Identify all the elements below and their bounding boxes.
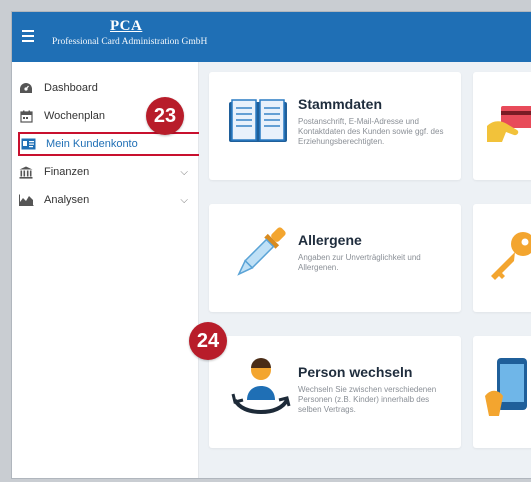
- card-stammdaten[interactable]: Stammdaten Postanschrift, E-Mail-Adresse…: [209, 72, 461, 180]
- chevron-down-icon[interactable]: ⌵: [180, 195, 188, 206]
- logo-mark: PCA: [110, 18, 143, 34]
- sidebar-item-label: Wochenplan: [44, 110, 105, 122]
- dashboard-icon: [18, 81, 34, 95]
- card-description: Angaben zur Unverträglichkeit und Allerg…: [298, 253, 421, 272]
- area-chart-icon: [18, 193, 34, 207]
- top-bar: PCA Professional Card Administration Gmb…: [12, 12, 531, 62]
- sidebar-item-finanzen[interactable]: Finanzen ⌵: [18, 160, 188, 184]
- logo-subtitle: Professional Card Administration GmbH: [52, 37, 208, 47]
- book-icon: [227, 96, 289, 151]
- logo[interactable]: PCA Professional Card Administration Gmb…: [52, 18, 208, 47]
- bank-icon: [18, 165, 34, 179]
- card-title: Allergene: [298, 232, 362, 248]
- card-allergene[interactable]: Allergene Angaben zur Unverträglichkeit …: [209, 204, 461, 312]
- card-description: Wechseln Sie zwischen verschiedenen Pers…: [298, 385, 437, 414]
- key-icon: [483, 228, 531, 289]
- dropper-icon: [229, 222, 291, 289]
- card-partial-right-3[interactable]: [473, 336, 531, 448]
- sidebar-item-analysen[interactable]: Analysen ⌵: [18, 188, 188, 212]
- sidebar-item-label: Mein Kundenkonto: [46, 138, 138, 150]
- card-title: Person wechseln: [298, 364, 413, 380]
- card-description: Postanschrift, E-Mail-Adresse und Kontak…: [298, 117, 444, 146]
- switch-person-icon: [229, 358, 293, 423]
- card-partial-right-1[interactable]: [473, 72, 531, 180]
- id-card-icon: [20, 137, 36, 151]
- main-content: Stammdaten Postanschrift, E-Mail-Adresse…: [199, 62, 531, 478]
- credit-card-hand-icon: [485, 98, 531, 153]
- sidebar-item-label: Analysen: [44, 194, 90, 206]
- sidebar-item-label: Finanzen: [44, 166, 90, 178]
- chevron-down-icon[interactable]: ⌵: [180, 167, 188, 178]
- card-person-wechseln[interactable]: Person wechseln Wechseln Sie zwischen ve…: [209, 336, 461, 448]
- callout-badge-24: 24: [189, 322, 227, 360]
- sidebar-item-label: Dashboard: [44, 82, 98, 94]
- card-title: Stammdaten: [298, 96, 383, 112]
- phone-hand-icon: [483, 356, 531, 425]
- hamburger-menu-icon[interactable]: [22, 30, 34, 42]
- calendar-icon: [18, 109, 34, 123]
- card-partial-right-2[interactable]: [473, 204, 531, 312]
- callout-badge-23: 23: [146, 97, 184, 135]
- sidebar-item-mein-kundenkonto[interactable]: Mein Kundenkonto: [18, 132, 201, 156]
- app-window: PCA Professional Card Administration Gmb…: [12, 12, 531, 478]
